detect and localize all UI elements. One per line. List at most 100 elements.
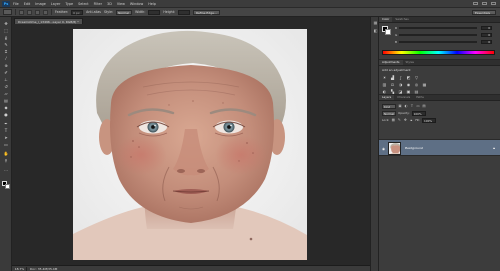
close-icon[interactable] bbox=[491, 2, 496, 5]
antialias-label[interactable]: Anti-alias bbox=[86, 10, 101, 14]
blue-slider[interactable] bbox=[399, 40, 477, 43]
red-slider[interactable] bbox=[399, 26, 477, 29]
tab-paths[interactable]: Paths bbox=[413, 95, 427, 100]
tool-preset-picker[interactable] bbox=[3, 9, 12, 15]
levels-icon[interactable]: ▟ bbox=[390, 75, 395, 80]
type-tool-icon[interactable]: T bbox=[3, 128, 9, 133]
zoom-tool-icon[interactable]: ⚲ bbox=[3, 158, 9, 163]
tab-layers[interactable]: Layers bbox=[379, 95, 395, 100]
menu-edit[interactable]: Edit bbox=[24, 2, 31, 6]
more-tools-icon[interactable]: … bbox=[3, 167, 9, 172]
color-lookup-icon[interactable]: ▦ bbox=[422, 82, 427, 87]
filter-pixel-icon[interactable]: ▣ bbox=[398, 104, 402, 108]
width-input[interactable] bbox=[148, 9, 161, 15]
menu-select[interactable]: Select bbox=[78, 2, 88, 6]
properties-panel-icon[interactable]: ◧ bbox=[373, 28, 378, 33]
filter-type-icon[interactable]: T bbox=[410, 104, 414, 108]
tab-color[interactable]: Color bbox=[379, 17, 393, 22]
red-value[interactable]: 0 bbox=[481, 25, 492, 30]
tab-channels[interactable]: Channels bbox=[394, 95, 413, 100]
filter-smart-object-icon[interactable]: ▤ bbox=[422, 104, 426, 108]
canvas[interactable] bbox=[12, 24, 370, 265]
green-slider[interactable] bbox=[399, 33, 477, 36]
crop-tool-icon[interactable]: ⌗ bbox=[3, 49, 9, 54]
curves-icon[interactable]: ∫ bbox=[398, 75, 403, 80]
eye-icon[interactable]: ◉ bbox=[381, 146, 386, 151]
eyedropper-tool-icon[interactable]: ⁄ bbox=[3, 56, 9, 61]
brightness-contrast-icon[interactable]: ☀ bbox=[382, 75, 387, 80]
fill-input[interactable]: 100% bbox=[422, 118, 437, 123]
lasso-tool-icon[interactable]: ϱ bbox=[3, 35, 9, 40]
lock-all-icon[interactable]: 🔒︎ bbox=[409, 118, 413, 122]
color-balance-icon[interactable]: ⚖ bbox=[390, 82, 395, 87]
gradient-tool-icon[interactable]: ▤ bbox=[3, 98, 9, 103]
menu-image[interactable]: Image bbox=[35, 2, 46, 6]
workspace-select[interactable]: Essentials bbox=[472, 9, 496, 15]
subtract-selection-icon[interactable] bbox=[35, 9, 40, 15]
tab-adjustments[interactable]: Adjustments bbox=[379, 60, 403, 65]
menu-window[interactable]: Window bbox=[130, 2, 143, 6]
exposure-icon[interactable]: ◩ bbox=[406, 75, 411, 80]
filter-shape-icon[interactable]: ▭ bbox=[416, 104, 420, 108]
tab-swatches[interactable]: Swatches bbox=[392, 17, 411, 22]
history-panel-icon[interactable]: ▦ bbox=[373, 20, 378, 25]
intersect-selection-icon[interactable] bbox=[43, 9, 48, 15]
menu-file[interactable]: File bbox=[13, 2, 19, 6]
lock-position-icon[interactable]: ✥ bbox=[403, 118, 407, 122]
pen-tool-icon[interactable]: ✒ bbox=[3, 121, 9, 126]
layer-row[interactable]: ◉ Background 🔒︎ bbox=[379, 139, 500, 156]
marquee-tool-icon[interactable]: ⬚ bbox=[3, 28, 9, 33]
menu-type[interactable]: Type bbox=[65, 2, 73, 6]
color-spectrum-bar[interactable] bbox=[382, 50, 495, 55]
background-color-swatch[interactable] bbox=[5, 184, 10, 189]
brush-tool-icon[interactable]: ✐ bbox=[3, 70, 9, 75]
blue-value[interactable]: 0 bbox=[481, 39, 492, 44]
selective-color-icon[interactable]: ▣ bbox=[406, 89, 411, 94]
dodge-tool-icon[interactable]: ● bbox=[3, 112, 9, 117]
height-input[interactable] bbox=[178, 9, 191, 15]
filter-adjustment-icon[interactable]: ◐ bbox=[404, 104, 408, 108]
add-selection-icon[interactable] bbox=[27, 9, 32, 15]
clone-stamp-tool-icon[interactable]: ⊥ bbox=[3, 77, 9, 82]
feather-input[interactable]: 0 px bbox=[71, 9, 84, 15]
vibrance-icon[interactable]: ▽ bbox=[414, 75, 419, 80]
menu-layer[interactable]: Layer bbox=[51, 2, 60, 6]
maximize-icon[interactable] bbox=[482, 2, 487, 5]
move-tool-icon[interactable]: ✥ bbox=[3, 21, 9, 26]
opacity-input[interactable]: 100% bbox=[411, 111, 426, 116]
gradient-map-icon[interactable]: ▤ bbox=[414, 89, 419, 94]
tab-styles[interactable]: Styles bbox=[403, 60, 417, 65]
refine-edge-button[interactable]: Refine Edge... bbox=[193, 9, 220, 15]
threshold-icon[interactable]: ◪ bbox=[398, 89, 403, 94]
layer-filter-select[interactable]: Kind bbox=[382, 104, 396, 109]
portrait-image[interactable] bbox=[73, 29, 307, 260]
style-select[interactable]: Normal bbox=[116, 9, 133, 15]
zoom-level[interactable]: 18.7% bbox=[13, 266, 27, 271]
invert-icon[interactable]: ◐ bbox=[382, 89, 387, 94]
layer-name[interactable]: Background bbox=[405, 146, 423, 150]
color-panel-background-swatch[interactable] bbox=[385, 29, 391, 35]
eraser-tool-icon[interactable]: ▱ bbox=[3, 91, 9, 96]
menu-help[interactable]: Help bbox=[148, 2, 156, 6]
minimize-icon[interactable] bbox=[473, 2, 478, 5]
black-white-icon[interactable]: ◑ bbox=[398, 82, 403, 87]
photo-filter-icon[interactable]: ◉ bbox=[406, 82, 411, 87]
blur-tool-icon[interactable]: ◆ bbox=[3, 105, 9, 110]
posterize-icon[interactable]: ▚ bbox=[390, 89, 395, 94]
quick-select-tool-icon[interactable]: ✎ bbox=[3, 42, 9, 47]
history-brush-tool-icon[interactable]: ↺ bbox=[3, 84, 9, 89]
lock-image-icon[interactable]: ✎ bbox=[397, 118, 401, 122]
hand-tool-icon[interactable]: ✋ bbox=[3, 151, 9, 156]
path-select-tool-icon[interactable]: ➤ bbox=[3, 135, 9, 140]
menu-3d[interactable]: 3D bbox=[107, 2, 112, 6]
hue-saturation-icon[interactable]: ▥ bbox=[382, 82, 387, 87]
blend-mode-select[interactable]: Normal bbox=[382, 111, 397, 116]
channel-mixer-icon[interactable]: ◎ bbox=[414, 82, 419, 87]
healing-brush-tool-icon[interactable]: ⊕ bbox=[3, 63, 9, 68]
menu-filter[interactable]: Filter bbox=[94, 2, 102, 6]
shape-tool-icon[interactable]: ▭ bbox=[3, 142, 9, 147]
menu-view[interactable]: View bbox=[117, 2, 125, 6]
lock-transparent-icon[interactable]: ▦ bbox=[391, 118, 395, 122]
new-selection-icon[interactable] bbox=[19, 9, 24, 15]
green-value[interactable]: 0 bbox=[481, 32, 492, 37]
